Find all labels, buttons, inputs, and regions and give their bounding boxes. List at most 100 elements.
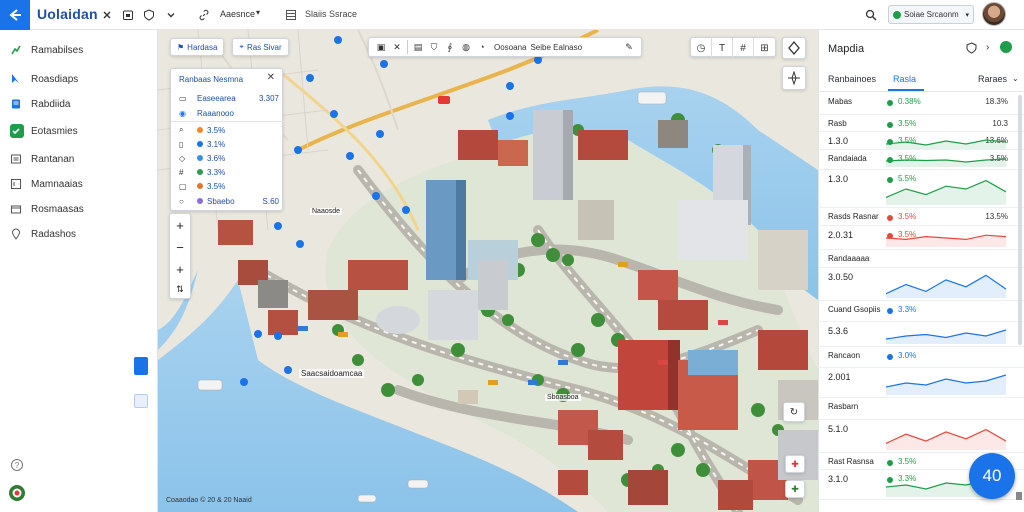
filter-caret-icon[interactable]: ▾ (256, 8, 260, 17)
metric-row[interactable]: 1.3.0 3.5% 13.6% (818, 132, 1024, 150)
sidebar-item-8[interactable]: Radashos (10, 225, 76, 243)
metric-row[interactable]: Rasbarn (818, 398, 1024, 420)
app-logo-icon[interactable] (8, 484, 26, 502)
chevron-down-icon[interactable] (164, 8, 178, 22)
doc-icon: ▯ (179, 139, 184, 149)
layer-row[interactable]: ▭ Easeearea 3.307 (179, 92, 279, 104)
layer-row[interactable]: ▯ 3.1% (179, 138, 279, 150)
layer-row[interactable]: ◉ Raaanooo (179, 107, 279, 119)
sidebar-item-label: Ramabilses (31, 44, 84, 56)
text-tool-icon[interactable]: T (712, 38, 733, 58)
tab-active[interactable]: Rasla (893, 74, 916, 84)
sparkline-area (886, 375, 1006, 395)
scroll-arrow-icon[interactable] (1016, 492, 1022, 500)
globe-icon: ◉ (179, 108, 186, 118)
tree-icon[interactable]: ✚ (785, 480, 805, 498)
add-icon[interactable]: + (176, 262, 184, 277)
side-expand-icon[interactable] (134, 394, 148, 408)
help-icon[interactable]: ? (10, 458, 24, 472)
chevron-right-icon[interactable]: › (986, 42, 989, 53)
metric-row[interactable]: Randaiada 3.5% 3.5% (818, 150, 1024, 170)
metric-name: Rasbarn (828, 402, 859, 411)
shield-icon[interactable]: ⛉ (426, 39, 442, 55)
tab-indicator (888, 89, 924, 91)
map-right-tools: ◷ T # ⊞ (690, 37, 776, 58)
avatar[interactable] (982, 2, 1006, 26)
metric-row[interactable]: Mabas 0.38% 18.3% (818, 93, 1024, 115)
tab-overview[interactable]: Ranbainoes (828, 74, 876, 84)
metric-row[interactable]: 5.1.0 (818, 420, 1024, 453)
toolbar-label[interactable]: Seibe Ealnaso (530, 43, 582, 52)
globe-icon[interactable]: ◍ (458, 39, 474, 55)
count-badge-button[interactable]: 40 (969, 453, 1015, 499)
sidebar-item-6[interactable]: Mamnaaias (10, 175, 83, 193)
metric-value: 2.001 (828, 372, 851, 382)
metric-row[interactable]: 3.0.50 (818, 268, 1024, 301)
table-icon[interactable] (284, 8, 298, 22)
filter-dropdown[interactable]: Aaesnce (220, 9, 255, 19)
recenter-icon[interactable]: ↻ (783, 402, 805, 422)
layer-row[interactable]: ⌕ 3.5% (179, 124, 279, 136)
clock-icon[interactable]: ◷ (691, 38, 712, 58)
layer-row[interactable]: ▢ 3.5% (179, 180, 279, 192)
link-icon[interactable] (197, 8, 211, 22)
layer-label: 3.5% (207, 125, 226, 135)
sidebar-item-7[interactable]: Rosmaasas (10, 200, 84, 218)
sidebar-item-label: Rantanan (31, 153, 75, 165)
sidebar-item-2[interactable]: Roasdiaps (10, 70, 78, 88)
panel-scrollbar[interactable] (1018, 95, 1022, 345)
shield-icon[interactable] (142, 8, 156, 22)
tab-more[interactable]: Raraes (978, 74, 1007, 84)
metric-row[interactable]: Rasds Rasnar 3.5% 13.5% (818, 208, 1024, 226)
pen-icon[interactable]: ✎ (621, 39, 637, 55)
status-select[interactable]: Soiae Srcaonm ▾ (888, 5, 974, 24)
shield-icon[interactable] (966, 42, 977, 54)
layer-row[interactable]: ◇ 3.6% (179, 152, 279, 164)
layer-row[interactable]: #3.3% (179, 166, 279, 178)
tab-ras-sivar[interactable]: ⌖ Ras Sivar (232, 38, 289, 56)
select-icon[interactable]: ⊞ (754, 38, 775, 58)
layer-value: 3.307 (258, 93, 279, 103)
calendar-icon[interactable]: ▤ (410, 39, 426, 55)
compass-icon[interactable] (782, 66, 806, 90)
top-bar: Uolaidan Aaesnce ▾ Slaiis Ssrace Soiae S… (0, 0, 1024, 30)
side-toggle-icon[interactable] (134, 357, 148, 375)
back-arrow-icon[interactable] (0, 0, 30, 30)
layers-label[interactable]: Slaiis Ssrace (305, 9, 357, 19)
zoom-out-icon[interactable]: − (176, 240, 184, 255)
toolbar-label[interactable]: Oosoana (494, 43, 526, 52)
metric-row[interactable]: 2.0.31 3.5% (818, 226, 1024, 250)
tab-hardasa[interactable]: ⚑ Hardasa (170, 38, 225, 56)
window-icon (10, 178, 22, 190)
search-icon[interactable] (864, 8, 878, 22)
layer-row[interactable]: ○ Sbaebo S.60 (179, 195, 279, 207)
grid-icon[interactable]: # (733, 38, 754, 58)
cut-icon[interactable]: ✕ (389, 39, 405, 55)
sidebar-item-3[interactable]: Rabdiida (10, 95, 70, 113)
sidebar-item-1[interactable]: Ramabilses (10, 41, 83, 59)
layer-label: Sbaebo (207, 196, 235, 206)
collapse-icon[interactable] (100, 8, 114, 22)
calendar-icon[interactable] (121, 8, 135, 22)
poi-add-icon[interactable]: ✚ (785, 455, 805, 473)
metric-row[interactable]: Rasb 3.5% 10.3 (818, 115, 1024, 132)
metric-row[interactable]: 1.3.0 5.5% (818, 170, 1024, 208)
link-icon[interactable]: ∮ (442, 39, 458, 55)
draw-rect-icon[interactable]: ▣ (373, 39, 389, 55)
zoom-in-icon[interactable]: + (176, 218, 184, 233)
zoom-control: + − + ⇅ (169, 213, 191, 299)
sidebar-item-5[interactable]: Rantanan (10, 150, 74, 168)
close-icon[interactable]: ✕ (267, 72, 275, 83)
chevron-down-icon[interactable]: ⌄ (1012, 74, 1019, 83)
metric-row[interactable]: 2.001 (818, 368, 1024, 398)
metric-row[interactable]: Rancaon 3.0% (818, 347, 1024, 368)
location-icon[interactable] (782, 37, 806, 59)
pan-icon[interactable]: ⇅ (176, 284, 184, 295)
metric-row[interactable]: 5.3.6 (818, 322, 1024, 347)
sidebar-item-4[interactable]: Eotasmies (10, 122, 78, 140)
metric-change: 3.5% (898, 119, 917, 128)
document-icon (10, 98, 22, 110)
metric-row[interactable]: Randaaaaa (818, 250, 1024, 268)
clock-icon[interactable]: ◔ (474, 39, 490, 55)
metric-row[interactable]: Cuand Gsopiis 3.3% (818, 301, 1024, 322)
